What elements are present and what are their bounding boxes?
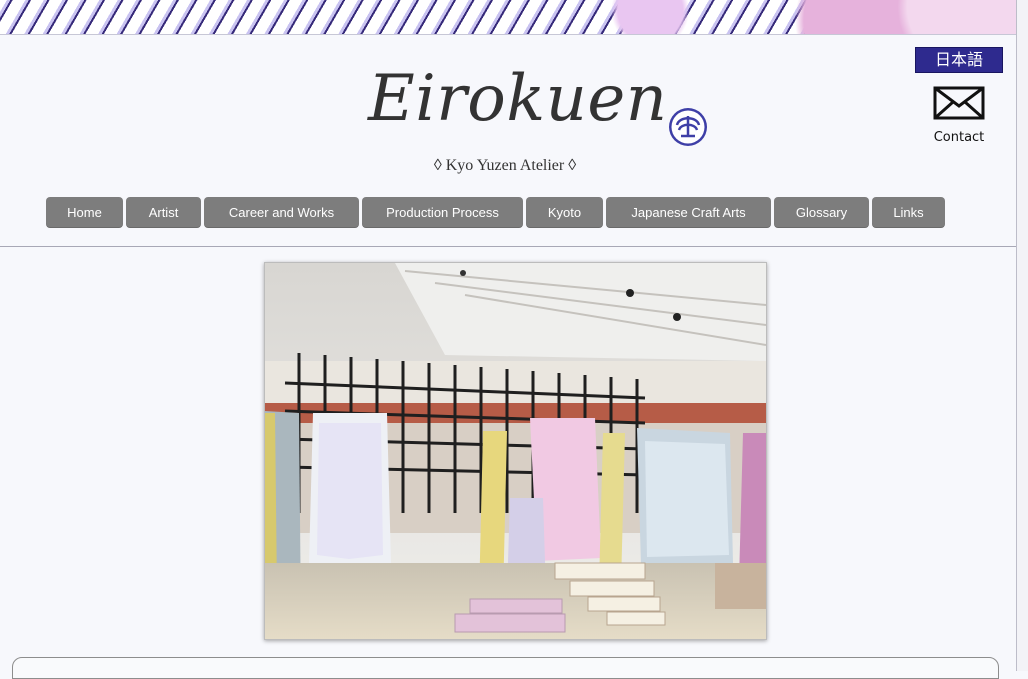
header-divider (0, 246, 1016, 247)
nav-career-and-works-button[interactable]: Career and Works (204, 197, 359, 228)
contact-label: Contact (933, 130, 985, 145)
nav-production-process-button[interactable]: Production Process (362, 197, 523, 228)
vertical-scrollbar[interactable] (1016, 0, 1028, 671)
nav-kyoto-button[interactable]: Kyoto (526, 197, 603, 228)
exhibition-photo (264, 262, 767, 640)
site-title: Eirokuen (368, 62, 668, 136)
nav-japanese-craft-arts-button[interactable]: Japanese Craft Arts (606, 197, 771, 228)
site-subtitle: ◊ Kyo Yuzen Atelier ◊ (433, 157, 577, 174)
nav-glossary-button[interactable]: Glossary (774, 197, 869, 228)
nav-links-button[interactable]: Links (872, 197, 945, 228)
family-crest-icon (667, 106, 709, 148)
contact-link[interactable]: Contact (924, 86, 994, 150)
nav-home-button[interactable]: Home (46, 197, 123, 228)
mail-envelope-icon (933, 86, 985, 120)
top-banner (0, 0, 1016, 35)
language-toggle-button[interactable]: 日本語 (915, 47, 1003, 73)
main-navigation: Home Artist Career and Works Production … (46, 197, 945, 229)
content-panel-top (12, 657, 999, 679)
nav-artist-button[interactable]: Artist (126, 197, 201, 228)
